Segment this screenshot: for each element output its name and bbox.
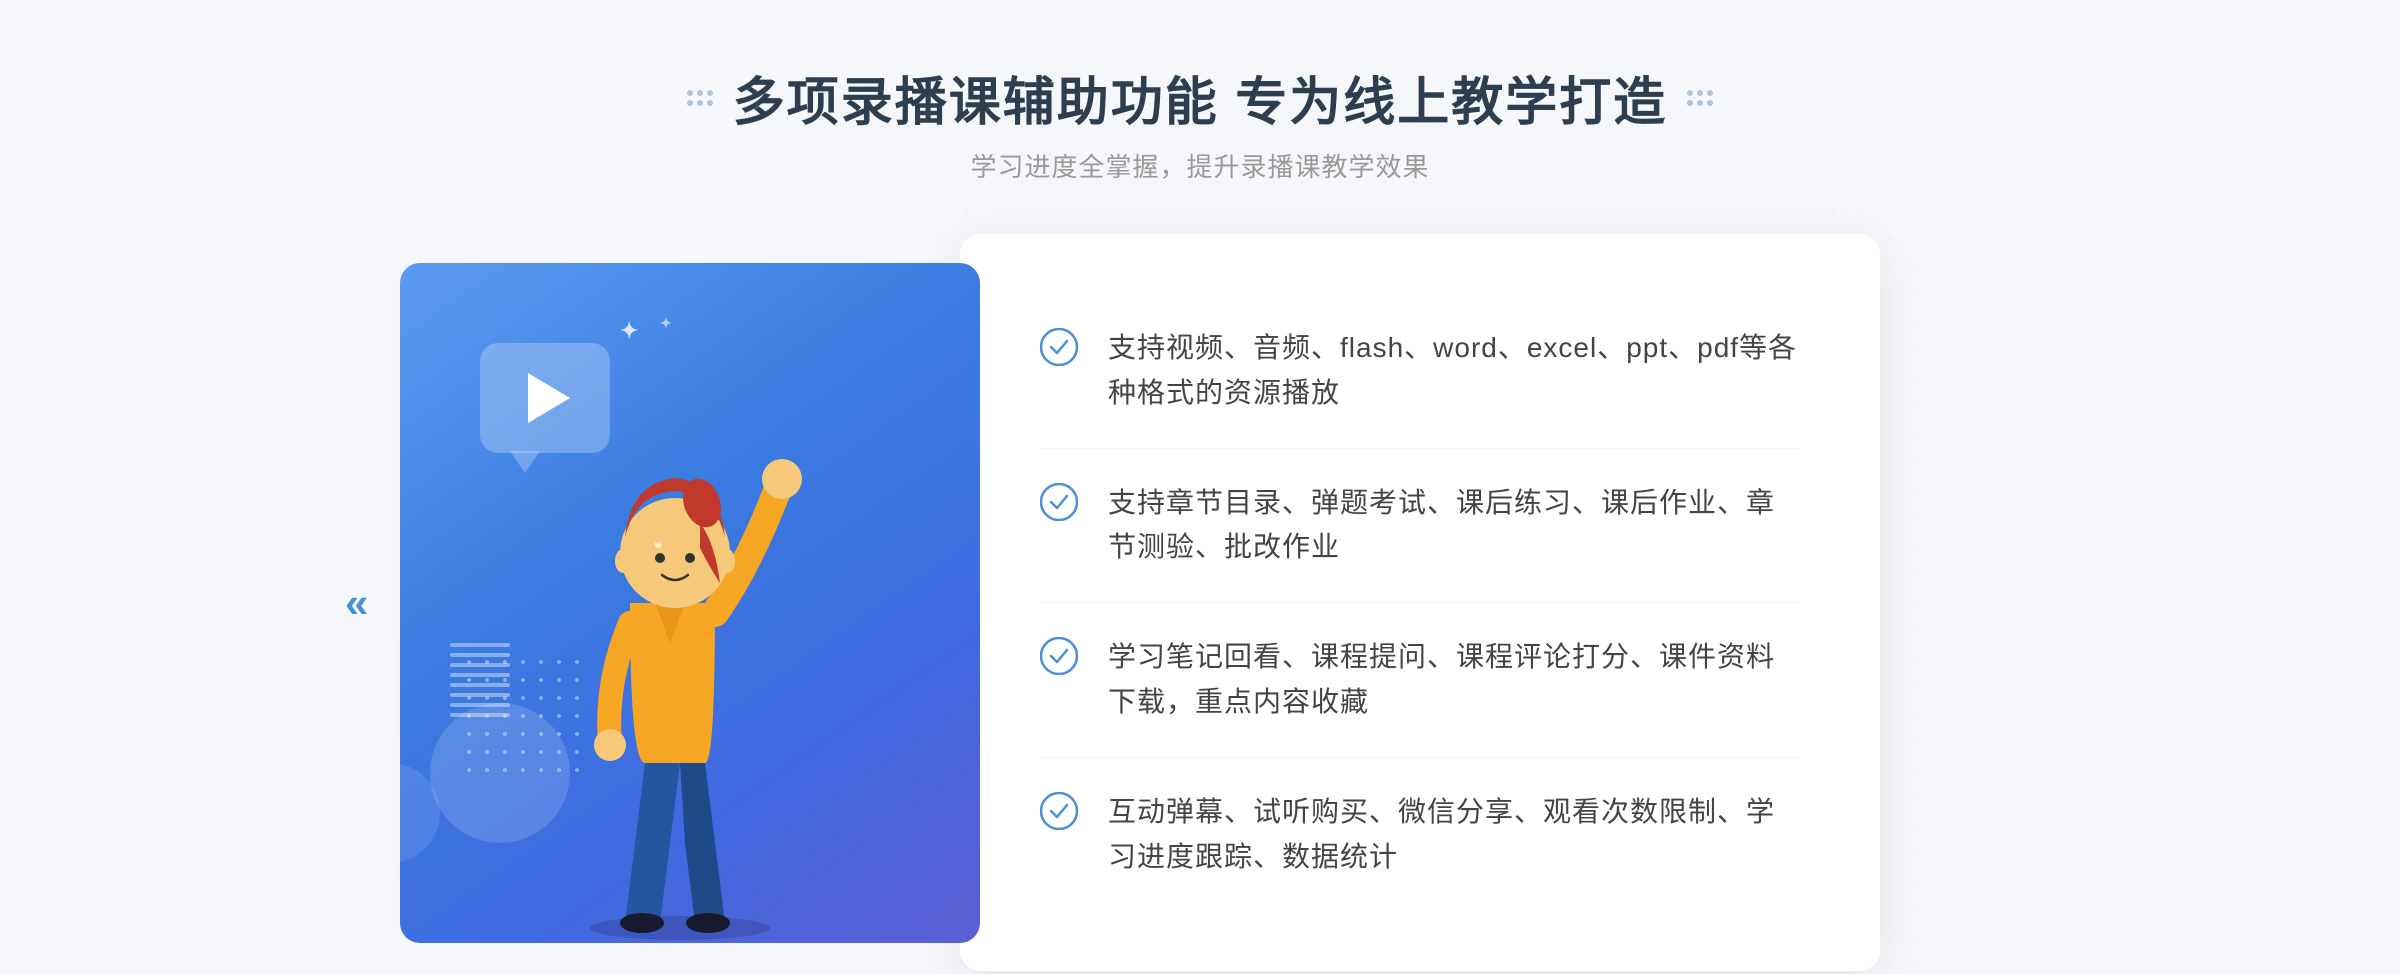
check-icon (1040, 328, 1078, 366)
spark-decoration-1: ✦ (620, 318, 638, 344)
title-row: 多项录播课辅助功能 专为线上教学打造 (687, 60, 1713, 135)
stripe-line (450, 673, 510, 677)
person-illustration (550, 383, 830, 943)
decorator-dots-right (1687, 90, 1713, 106)
features-list: 支持视频、音频、flash、word、excel、ppt、pdf等各种格式的资源… (1040, 294, 1800, 911)
feature-text: 互动弹幕、试听购买、微信分享、观看次数限制、学习进度跟踪、数据统计 (1108, 790, 1800, 880)
circle-decoration-1 (430, 703, 570, 843)
subtitle: 学习进度全掌握，提升录播课教学效果 (970, 147, 1429, 184)
feature-item: 学习笔记回看、课程提问、课程评论打分、课件资料下载，重点内容收藏 (1040, 603, 1800, 758)
content-area: « ✦ ✦ (400, 234, 2000, 971)
dot (697, 100, 703, 106)
nav-arrow-left[interactable]: « (345, 579, 368, 627)
feature-item: 支持视频、音频、flash、word、excel、ppt、pdf等各种格式的资源… (1040, 294, 1800, 449)
stripe-line (450, 693, 510, 697)
dot (1707, 90, 1713, 96)
decorator-dots-left (687, 90, 713, 106)
features-card: 支持视频、音频、flash、word、excel、ppt、pdf等各种格式的资源… (960, 234, 1880, 971)
circle-decoration-2 (340, 763, 440, 863)
header-section: 多项录播课辅助功能 专为线上教学打造 学习进度全掌握，提升录播课教学效果 (687, 60, 1713, 184)
dot (1707, 100, 1713, 106)
dot (687, 90, 693, 96)
main-title: 多项录播课辅助功能 专为线上教学打造 (733, 60, 1667, 135)
dot (697, 90, 703, 96)
dot (707, 100, 713, 106)
feature-item: 支持章节目录、弹题考试、课后练习、课后作业、章节测验、批改作业 (1040, 449, 1800, 604)
feature-text: 支持章节目录、弹题考试、课后练习、课后作业、章节测验、批改作业 (1108, 481, 1800, 571)
stripe-line (450, 683, 510, 687)
illustration-card: ✦ ✦ (400, 263, 980, 943)
dot (1697, 100, 1703, 106)
spark-decoration-2: ✦ (660, 315, 672, 332)
stripe-line (450, 643, 510, 647)
stripe-line (450, 653, 510, 657)
right-decorator (1687, 90, 1713, 106)
left-decorator (687, 90, 713, 106)
page-wrapper: 多项录播课辅助功能 专为线上教学打造 学习进度全掌握，提升录播课教学效果 « (0, 0, 2400, 974)
stripe-line (450, 663, 510, 667)
dot (1687, 100, 1693, 106)
check-icon (1040, 792, 1078, 830)
feature-text: 支持视频、音频、flash、word、excel、ppt、pdf等各种格式的资源… (1108, 326, 1800, 416)
feature-item: 互动弹幕、试听购买、微信分享、观看次数限制、学习进度跟踪、数据统计 (1040, 758, 1800, 912)
dot (1697, 90, 1703, 96)
dot (687, 100, 693, 106)
dot (1687, 90, 1693, 96)
dot (707, 90, 713, 96)
check-icon (1040, 637, 1078, 675)
feature-text: 学习笔记回看、课程提问、课程评论打分、课件资料下载，重点内容收藏 (1108, 635, 1800, 725)
check-icon (1040, 483, 1078, 521)
